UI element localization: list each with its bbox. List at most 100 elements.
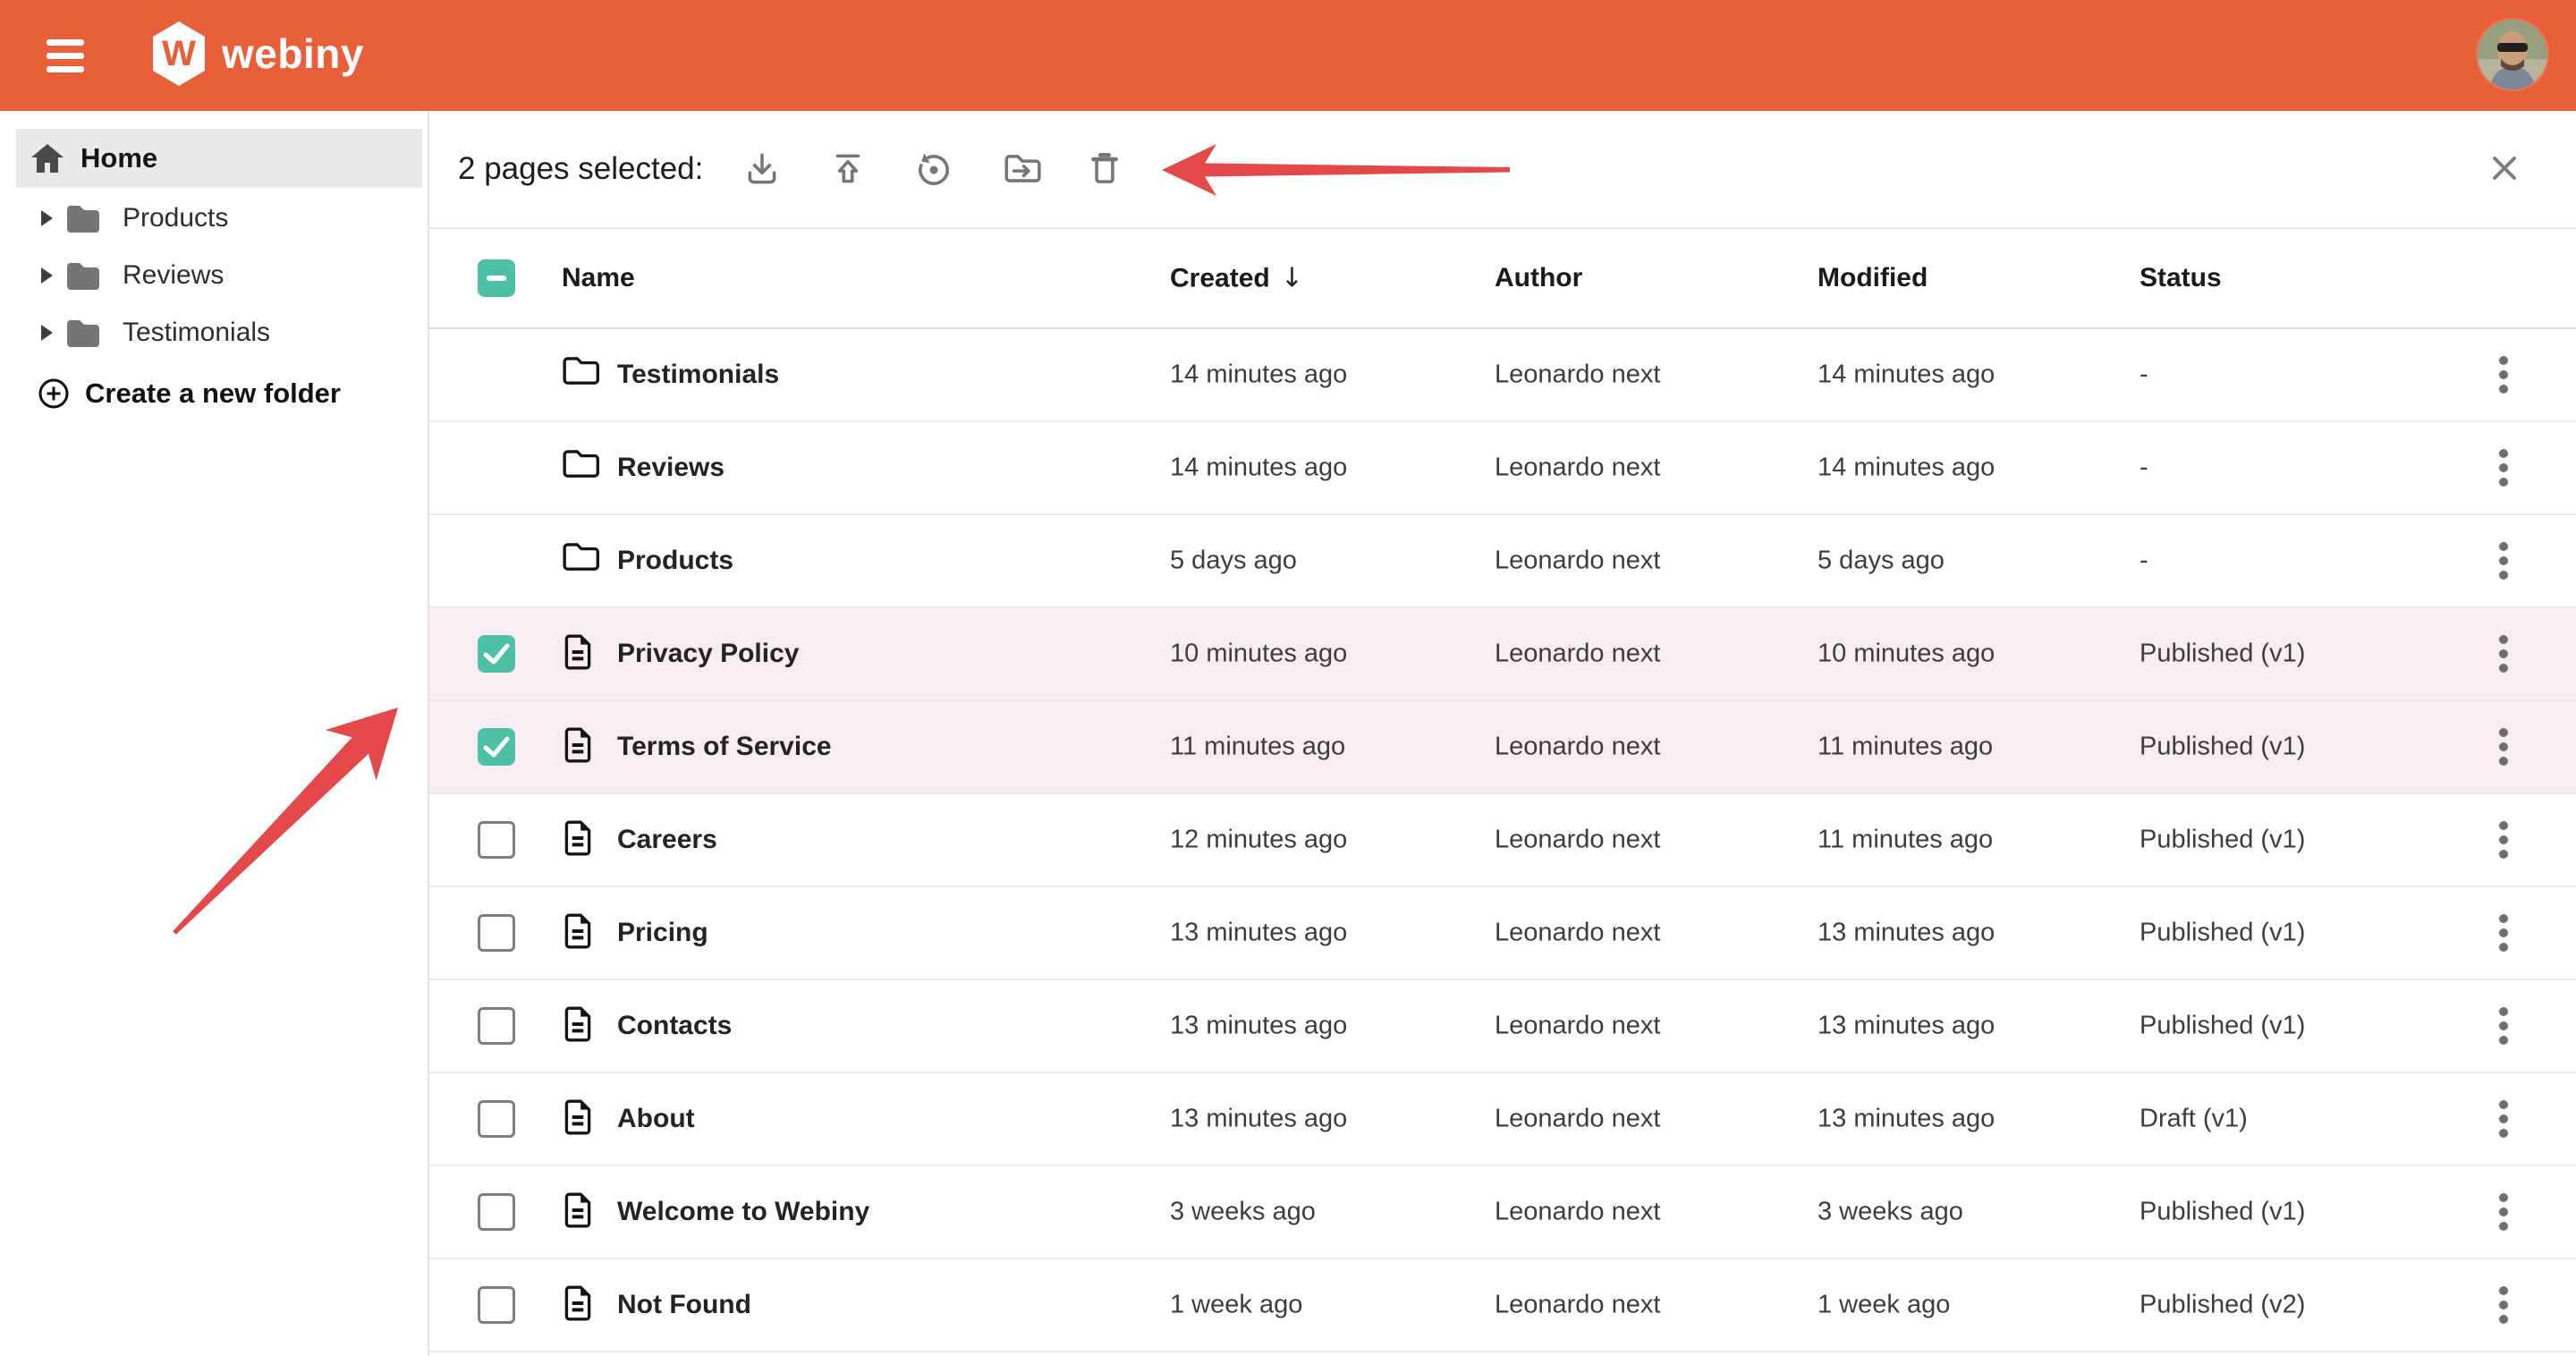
row-created: 13 minutes ago bbox=[1170, 1012, 1347, 1041]
row-status: Published (v1) bbox=[2140, 1198, 2305, 1227]
table-row[interactable]: Contacts 13 minutes ago Leonardo next 13… bbox=[429, 980, 2576, 1073]
row-created: 14 minutes ago bbox=[1170, 453, 1347, 483]
table-row[interactable]: Pricing 13 minutes ago Leonardo next 13 … bbox=[429, 887, 2576, 980]
row-type-icon bbox=[562, 1005, 605, 1047]
row-menu-icon[interactable] bbox=[2487, 907, 2521, 959]
row-name[interactable]: Terms of Service bbox=[617, 732, 832, 762]
sidebar-folder-item[interactable]: Products bbox=[0, 190, 428, 247]
document-icon bbox=[562, 1005, 594, 1043]
row-status: - bbox=[2140, 547, 2148, 576]
select-all-checkbox[interactable] bbox=[478, 259, 515, 297]
row-menu-icon[interactable] bbox=[2487, 442, 2521, 494]
row-menu-icon[interactable] bbox=[2487, 535, 2521, 587]
row-menu-icon[interactable] bbox=[2487, 721, 2521, 773]
row-name[interactable]: About bbox=[617, 1104, 695, 1134]
table-row[interactable]: Terms of Service 11 minutes ago Leonardo… bbox=[429, 701, 2576, 794]
download-button[interactable] bbox=[737, 144, 787, 194]
column-header-created-label: Created bbox=[1170, 264, 1270, 293]
row-status: - bbox=[2140, 453, 2148, 483]
row-name[interactable]: Privacy Policy bbox=[617, 639, 799, 669]
column-header-name[interactable]: Name bbox=[562, 263, 635, 293]
move-to-folder-icon bbox=[1001, 148, 1042, 190]
chevron-right-icon bbox=[41, 267, 53, 284]
row-menu-icon[interactable] bbox=[2487, 814, 2521, 866]
column-header-created[interactable]: Created↓ bbox=[1170, 263, 1303, 294]
row-checkbox[interactable] bbox=[478, 914, 515, 952]
table-row[interactable]: Products 5 days ago Leonardo next 5 days… bbox=[429, 515, 2576, 608]
sidebar-folder-item[interactable]: Reviews bbox=[0, 247, 428, 304]
row-author: Leonardo next bbox=[1495, 1105, 1660, 1134]
row-name[interactable]: Contacts bbox=[617, 1011, 732, 1041]
sidebar-item-home[interactable]: Home bbox=[16, 129, 422, 188]
row-name[interactable]: Not Found bbox=[617, 1290, 751, 1320]
download-icon bbox=[741, 148, 783, 190]
row-name[interactable]: Testimonials bbox=[617, 360, 779, 390]
row-name[interactable]: Pricing bbox=[617, 918, 708, 948]
row-checkbox[interactable] bbox=[478, 1007, 515, 1045]
document-icon bbox=[562, 819, 594, 857]
column-header-modified[interactable]: Modified bbox=[1818, 263, 1928, 293]
row-menu-icon[interactable] bbox=[2487, 628, 2521, 680]
home-icon bbox=[30, 142, 65, 174]
row-created: 13 minutes ago bbox=[1170, 919, 1347, 948]
table-row[interactable]: Welcome to Webiny 3 weeks ago Leonardo n… bbox=[429, 1166, 2576, 1259]
row-type-icon bbox=[562, 540, 605, 581]
avatar[interactable] bbox=[2478, 20, 2547, 89]
column-header-status[interactable]: Status bbox=[2140, 263, 2222, 293]
table-row[interactable]: Testimonials 14 minutes ago Leonardo nex… bbox=[429, 329, 2576, 422]
row-menu-icon[interactable] bbox=[2487, 1279, 2521, 1331]
row-modified: 1 week ago bbox=[1818, 1291, 1950, 1320]
row-menu-icon[interactable] bbox=[2487, 349, 2521, 401]
row-menu-icon[interactable] bbox=[2487, 1093, 2521, 1145]
folder-outline-icon bbox=[562, 447, 601, 479]
restore-button[interactable] bbox=[908, 144, 958, 194]
move-to-folder-button[interactable] bbox=[996, 144, 1046, 194]
sidebar-home-label: Home bbox=[80, 142, 157, 174]
document-icon bbox=[562, 1098, 594, 1136]
chevron-right-icon bbox=[41, 210, 53, 226]
row-checkbox[interactable] bbox=[478, 821, 515, 859]
sidebar: Home Products Reviews Testimonials Creat… bbox=[0, 111, 429, 1356]
row-checkbox[interactable] bbox=[478, 728, 515, 766]
row-type-icon bbox=[562, 633, 605, 674]
row-type-icon bbox=[562, 819, 605, 860]
table-row[interactable]: Reviews 14 minutes ago Leonardo next 14 … bbox=[429, 422, 2576, 515]
unpublish-button[interactable] bbox=[823, 144, 873, 194]
row-author: Leonardo next bbox=[1495, 1291, 1660, 1320]
webiny-logo[interactable]: W webiny bbox=[150, 21, 364, 86]
app-root: W webiny Home Product bbox=[0, 0, 2576, 1356]
row-checkbox[interactable] bbox=[478, 1286, 515, 1324]
delete-button[interactable] bbox=[1080, 144, 1130, 194]
row-name[interactable]: Reviews bbox=[617, 453, 724, 483]
chevron-right-icon bbox=[41, 325, 53, 341]
sidebar-folder-item[interactable]: Testimonials bbox=[0, 304, 428, 361]
row-checkbox[interactable] bbox=[478, 1100, 515, 1138]
row-menu-icon[interactable] bbox=[2487, 1186, 2521, 1238]
row-type-icon bbox=[562, 726, 605, 767]
row-modified: 10 minutes ago bbox=[1818, 640, 1995, 669]
table-row[interactable]: Privacy Policy 10 minutes ago Leonardo n… bbox=[429, 608, 2576, 701]
table-row[interactable]: Not Found 1 week ago Leonardo next 1 wee… bbox=[429, 1259, 2576, 1352]
row-checkbox[interactable] bbox=[478, 635, 515, 673]
row-type-icon bbox=[562, 1191, 605, 1233]
document-icon bbox=[562, 633, 594, 671]
row-created: 1 week ago bbox=[1170, 1291, 1302, 1320]
create-folder-button[interactable]: Create a new folder bbox=[0, 364, 428, 423]
row-checkbox[interactable] bbox=[478, 1193, 515, 1231]
row-name[interactable]: Careers bbox=[617, 825, 717, 855]
row-author: Leonardo next bbox=[1495, 547, 1660, 576]
row-name[interactable]: Welcome to Webiny bbox=[617, 1197, 869, 1227]
table-row[interactable]: About 13 minutes ago Leonardo next 13 mi… bbox=[429, 1073, 2576, 1166]
row-created: 14 minutes ago bbox=[1170, 360, 1347, 390]
table-row[interactable]: Careers 12 minutes ago Leonardo next 11 … bbox=[429, 794, 2576, 887]
folder-icon bbox=[65, 204, 101, 233]
close-selection-button[interactable] bbox=[2479, 144, 2529, 194]
row-menu-icon[interactable] bbox=[2487, 1000, 2521, 1052]
column-header-author[interactable]: Author bbox=[1495, 263, 1582, 293]
menu-icon[interactable] bbox=[47, 39, 84, 72]
row-name[interactable]: Products bbox=[617, 546, 733, 576]
row-author: Leonardo next bbox=[1495, 360, 1660, 390]
row-author: Leonardo next bbox=[1495, 1012, 1660, 1041]
row-type-icon bbox=[562, 354, 605, 395]
svg-text:W: W bbox=[162, 34, 196, 73]
